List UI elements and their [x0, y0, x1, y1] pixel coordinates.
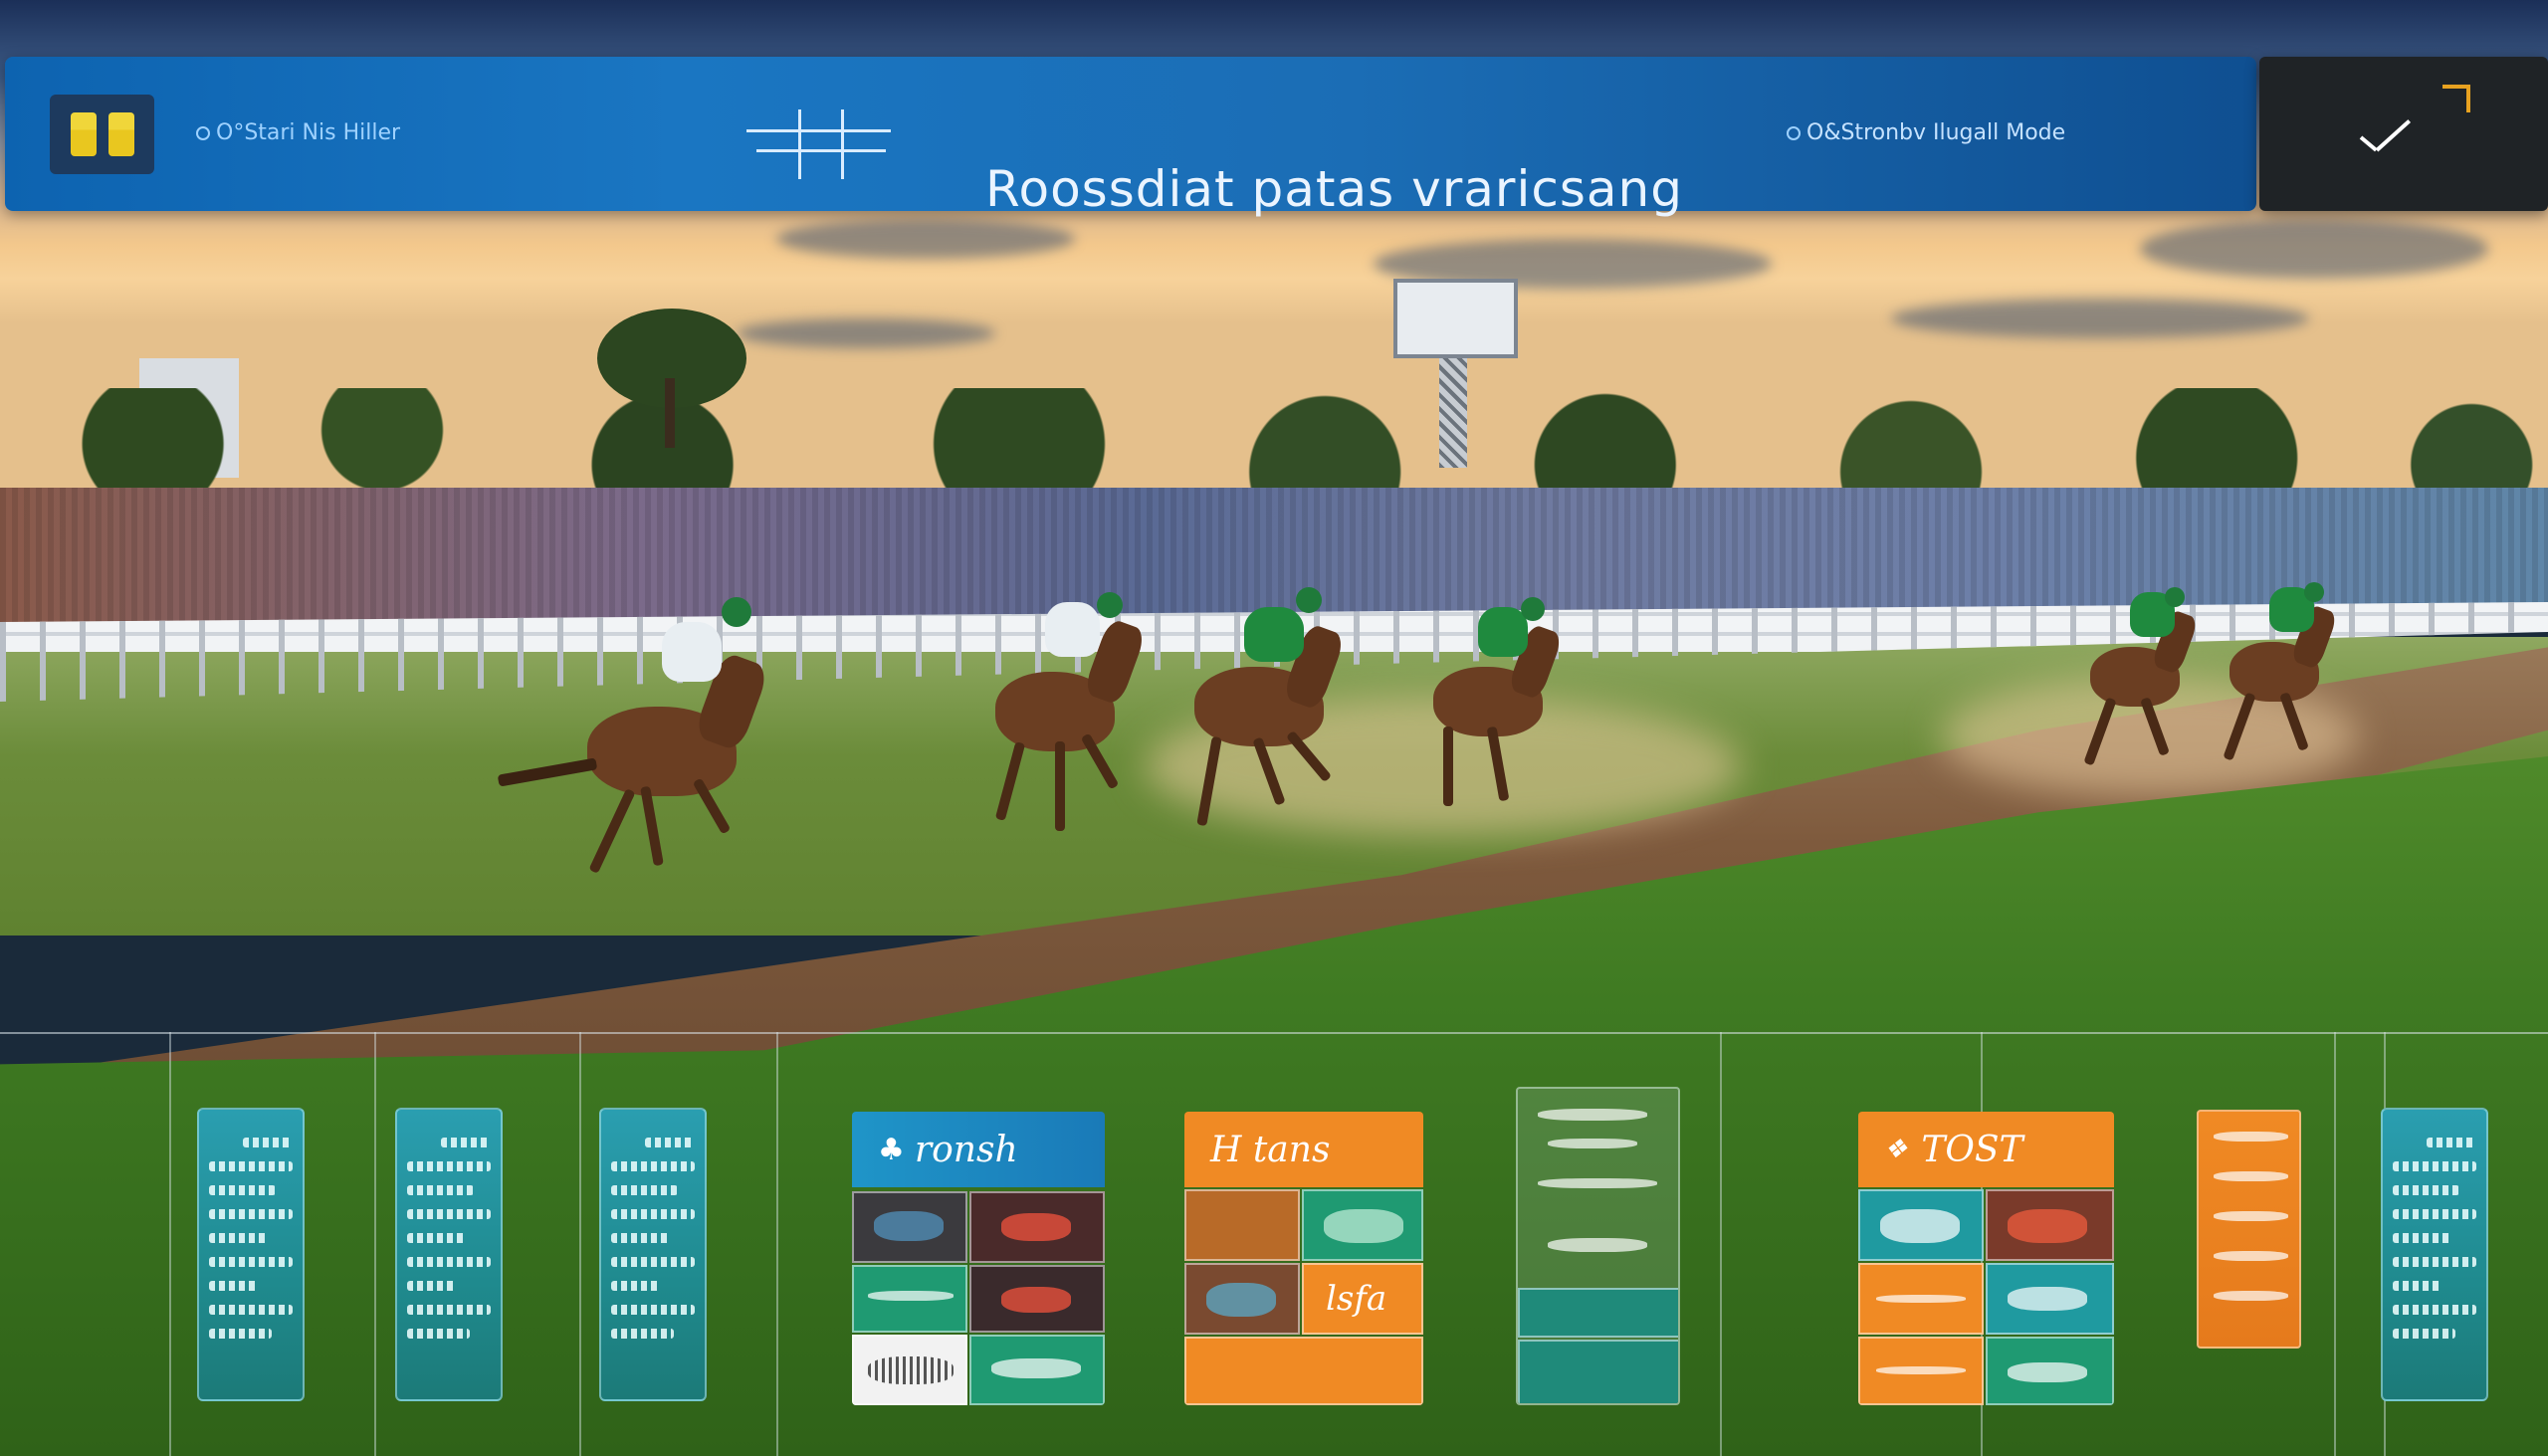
logo-figure-icon — [70, 112, 97, 156]
score-cell[interactable] — [1858, 1337, 1984, 1405]
logo-figure-icon — [107, 112, 134, 156]
horse-icon: ♣ — [878, 1132, 905, 1167]
odds-cell[interactable] — [969, 1335, 1105, 1405]
horse-4 — [1413, 597, 1583, 826]
floodlight — [1393, 279, 1518, 358]
odds-cell[interactable] — [852, 1335, 967, 1405]
cloud — [1891, 299, 2309, 338]
bet-panel-title: H tans — [1210, 1129, 1331, 1170]
odds-cell[interactable] — [969, 1265, 1105, 1333]
status-dot-icon — [196, 126, 210, 140]
grid-divider — [579, 1032, 581, 1456]
grid-crosshair-icon[interactable] — [746, 109, 891, 181]
checkmark-icon — [2357, 121, 2417, 161]
glass-panel[interactable] — [1516, 1087, 1680, 1405]
score-panel-title: TOST — [1921, 1129, 2023, 1170]
grid-divider — [2334, 1032, 2336, 1456]
bet-panel-header: H tans — [1184, 1112, 1423, 1187]
odds-panel[interactable]: ♣ ronsh — [852, 1112, 1105, 1405]
horse-6 — [2220, 582, 2349, 771]
stats-card[interactable] — [197, 1108, 305, 1401]
score-cell[interactable] — [1986, 1189, 2114, 1261]
odds-cell[interactable] — [852, 1191, 967, 1263]
glass-cell[interactable] — [1518, 1340, 1678, 1403]
cloud — [776, 219, 1075, 259]
stats-card[interactable] — [2381, 1108, 2488, 1401]
grid-divider — [169, 1032, 171, 1456]
bet-cell-label: lsfa — [1326, 1279, 1387, 1319]
floodlight-pole — [1439, 358, 1467, 468]
bet-cell[interactable] — [1302, 1189, 1423, 1261]
bet-cell[interactable]: lsfa — [1302, 1263, 1423, 1335]
bet-cell[interactable] — [1184, 1189, 1300, 1261]
tree-trunk — [665, 378, 675, 448]
tile-icon: ❖ — [1884, 1135, 1908, 1164]
stats-card[interactable] — [395, 1108, 503, 1401]
status-dot-icon — [1787, 126, 1801, 140]
bet-cell[interactable] — [1184, 1263, 1300, 1335]
odds-panel-header: ♣ ronsh — [852, 1112, 1105, 1187]
bet-cell[interactable] — [1184, 1337, 1423, 1405]
grid-divider — [776, 1032, 778, 1456]
grid-divider — [1720, 1032, 1722, 1456]
odds-cell[interactable] — [852, 1265, 967, 1333]
score-panel[interactable]: ❖ TOST — [1858, 1112, 2114, 1405]
cloud — [737, 318, 995, 348]
stats-card[interactable] — [599, 1108, 707, 1401]
glass-cell[interactable] — [1518, 1288, 1678, 1338]
score-panel-header: ❖ TOST — [1858, 1112, 2114, 1187]
horse-2 — [975, 592, 1174, 851]
horse-3 — [1174, 587, 1374, 846]
score-cell[interactable] — [1986, 1263, 2114, 1335]
cloud — [2140, 219, 2488, 279]
horse-5 — [2080, 587, 2210, 776]
right-status-label: O&Stronbv Ilugall Mode — [1806, 120, 2066, 145]
left-status-label: O°Stari Nis Hiller — [216, 120, 401, 145]
odds-strip-card[interactable] — [2197, 1110, 2301, 1349]
left-status: O°Stari Nis Hiller — [196, 120, 400, 145]
confirm-button[interactable] — [2259, 57, 2548, 211]
odds-panel-title: ronsh — [914, 1129, 1018, 1170]
header-bar: O°Stari Nis Hiller Roossdiat patas vrari… — [5, 57, 2256, 218]
score-cell[interactable] — [1858, 1263, 1984, 1335]
grid-divider — [374, 1032, 376, 1456]
score-cell[interactable] — [1858, 1189, 1984, 1261]
page-title: Roossdiat patas vraricsang — [985, 160, 1683, 218]
score-cell[interactable] — [1986, 1337, 2114, 1405]
odds-cell[interactable] — [969, 1191, 1105, 1263]
right-status: O&Stronbv Ilugall Mode — [1787, 120, 2065, 145]
bet-panel[interactable]: H tans lsfa — [1184, 1112, 1423, 1405]
horse-1 — [497, 597, 816, 896]
corner-bracket-icon — [2442, 85, 2470, 112]
app-logo[interactable] — [50, 95, 154, 174]
